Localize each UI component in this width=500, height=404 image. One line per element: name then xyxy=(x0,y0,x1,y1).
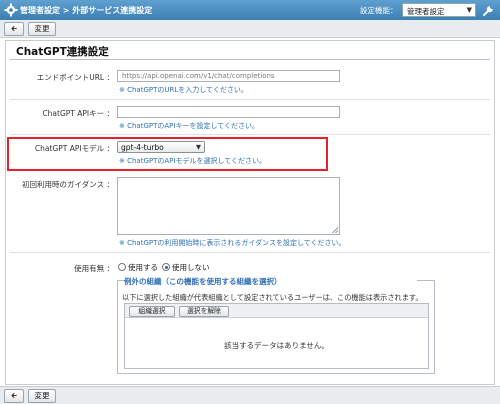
resize-handle-icon[interactable] xyxy=(332,227,338,233)
guidance-label: 初回利用時のガイダンス ： xyxy=(22,180,114,189)
radio-nouse-label: 使用しない xyxy=(172,263,210,272)
change-button[interactable]: 変更 xyxy=(28,389,56,403)
panel-title: ChatGPT連携設定 xyxy=(16,46,109,58)
apikey-hint: ※ ChatGPTのAPIキーを設定してください。 xyxy=(119,122,260,130)
function-select-value: 管理者設定 xyxy=(407,7,445,16)
exceptions-description: 以下に選択した組織が代表組織として設定されているユーザーは、この機能は表示されま… xyxy=(122,293,423,302)
endpoint-input[interactable]: https://api.openai.com/v1/chat/completio… xyxy=(117,70,340,82)
endpoint-hint: ※ ChatGPTのURLを入力してください。 xyxy=(119,86,248,94)
back-arrow-icon: 🡰 xyxy=(10,24,18,33)
radio-use[interactable]: 使用する xyxy=(118,262,158,272)
radio-nouse[interactable]: 使用しない xyxy=(162,262,210,272)
back-arrow-icon: 🡰 xyxy=(10,391,18,400)
model-label: ChatGPT APIモデル ： xyxy=(34,144,114,153)
header-bar: 管理者設定 > 外部サービス連携設定 設定機能： 管理者設定 ▼ xyxy=(0,0,500,20)
chevron-down-icon: ▼ xyxy=(196,143,201,151)
wrench-icon[interactable] xyxy=(482,3,496,17)
select-org-button[interactable]: 組織選択 xyxy=(129,306,175,317)
apikey-label: ChatGPT APIキー ： xyxy=(42,109,114,118)
chevron-down-icon: ▼ xyxy=(466,6,472,14)
top-toolbar: 🡰 変更 xyxy=(0,20,500,38)
page-title: 管理者設定 > 外部サービス連携設定 xyxy=(20,6,153,15)
model-select-value: gpt-4-turbo xyxy=(121,143,164,152)
radio-button[interactable] xyxy=(162,263,170,271)
exceptions-legend: 例外の組織（この機能を使用する組織を選択） xyxy=(124,277,282,286)
radio-button[interactable] xyxy=(118,263,126,271)
org-list: 組織選択 選択を解除 該当するデータはありません。 xyxy=(124,303,429,369)
model-select[interactable]: gpt-4-turbo ▼ xyxy=(117,141,205,153)
org-toolbar: 組織選択 選択を解除 xyxy=(125,304,428,318)
divider xyxy=(10,59,490,60)
enabled-label: 使用有無 ： xyxy=(74,264,114,273)
empty-message: 該当するデータはありません。 xyxy=(224,341,329,350)
back-button[interactable]: 🡰 xyxy=(4,389,24,403)
guidance-textarea[interactable] xyxy=(117,177,340,235)
function-select[interactable]: 管理者設定 ▼ xyxy=(402,3,476,17)
apikey-input[interactable] xyxy=(117,106,340,118)
divider xyxy=(10,99,490,100)
radio-use-label: 使用する xyxy=(128,263,158,272)
divider xyxy=(10,134,490,135)
guidance-hint: ※ ChatGPTの利用開始時に表示されるガイダンスを設定してください。 xyxy=(119,239,346,247)
gear-icon xyxy=(4,3,18,17)
change-button[interactable]: 変更 xyxy=(28,22,56,36)
model-hint: ※ ChatGPTのAPIモデルを選択してください。 xyxy=(119,157,267,165)
clear-selection-button[interactable]: 選択を解除 xyxy=(179,306,229,317)
function-label: 設定機能： xyxy=(360,6,398,15)
bottom-toolbar: 🡰 変更 xyxy=(0,386,500,404)
divider xyxy=(417,280,435,281)
endpoint-label: エンドポイントURL ： xyxy=(36,73,114,82)
back-button[interactable]: 🡰 xyxy=(4,22,24,36)
divider xyxy=(10,252,490,253)
